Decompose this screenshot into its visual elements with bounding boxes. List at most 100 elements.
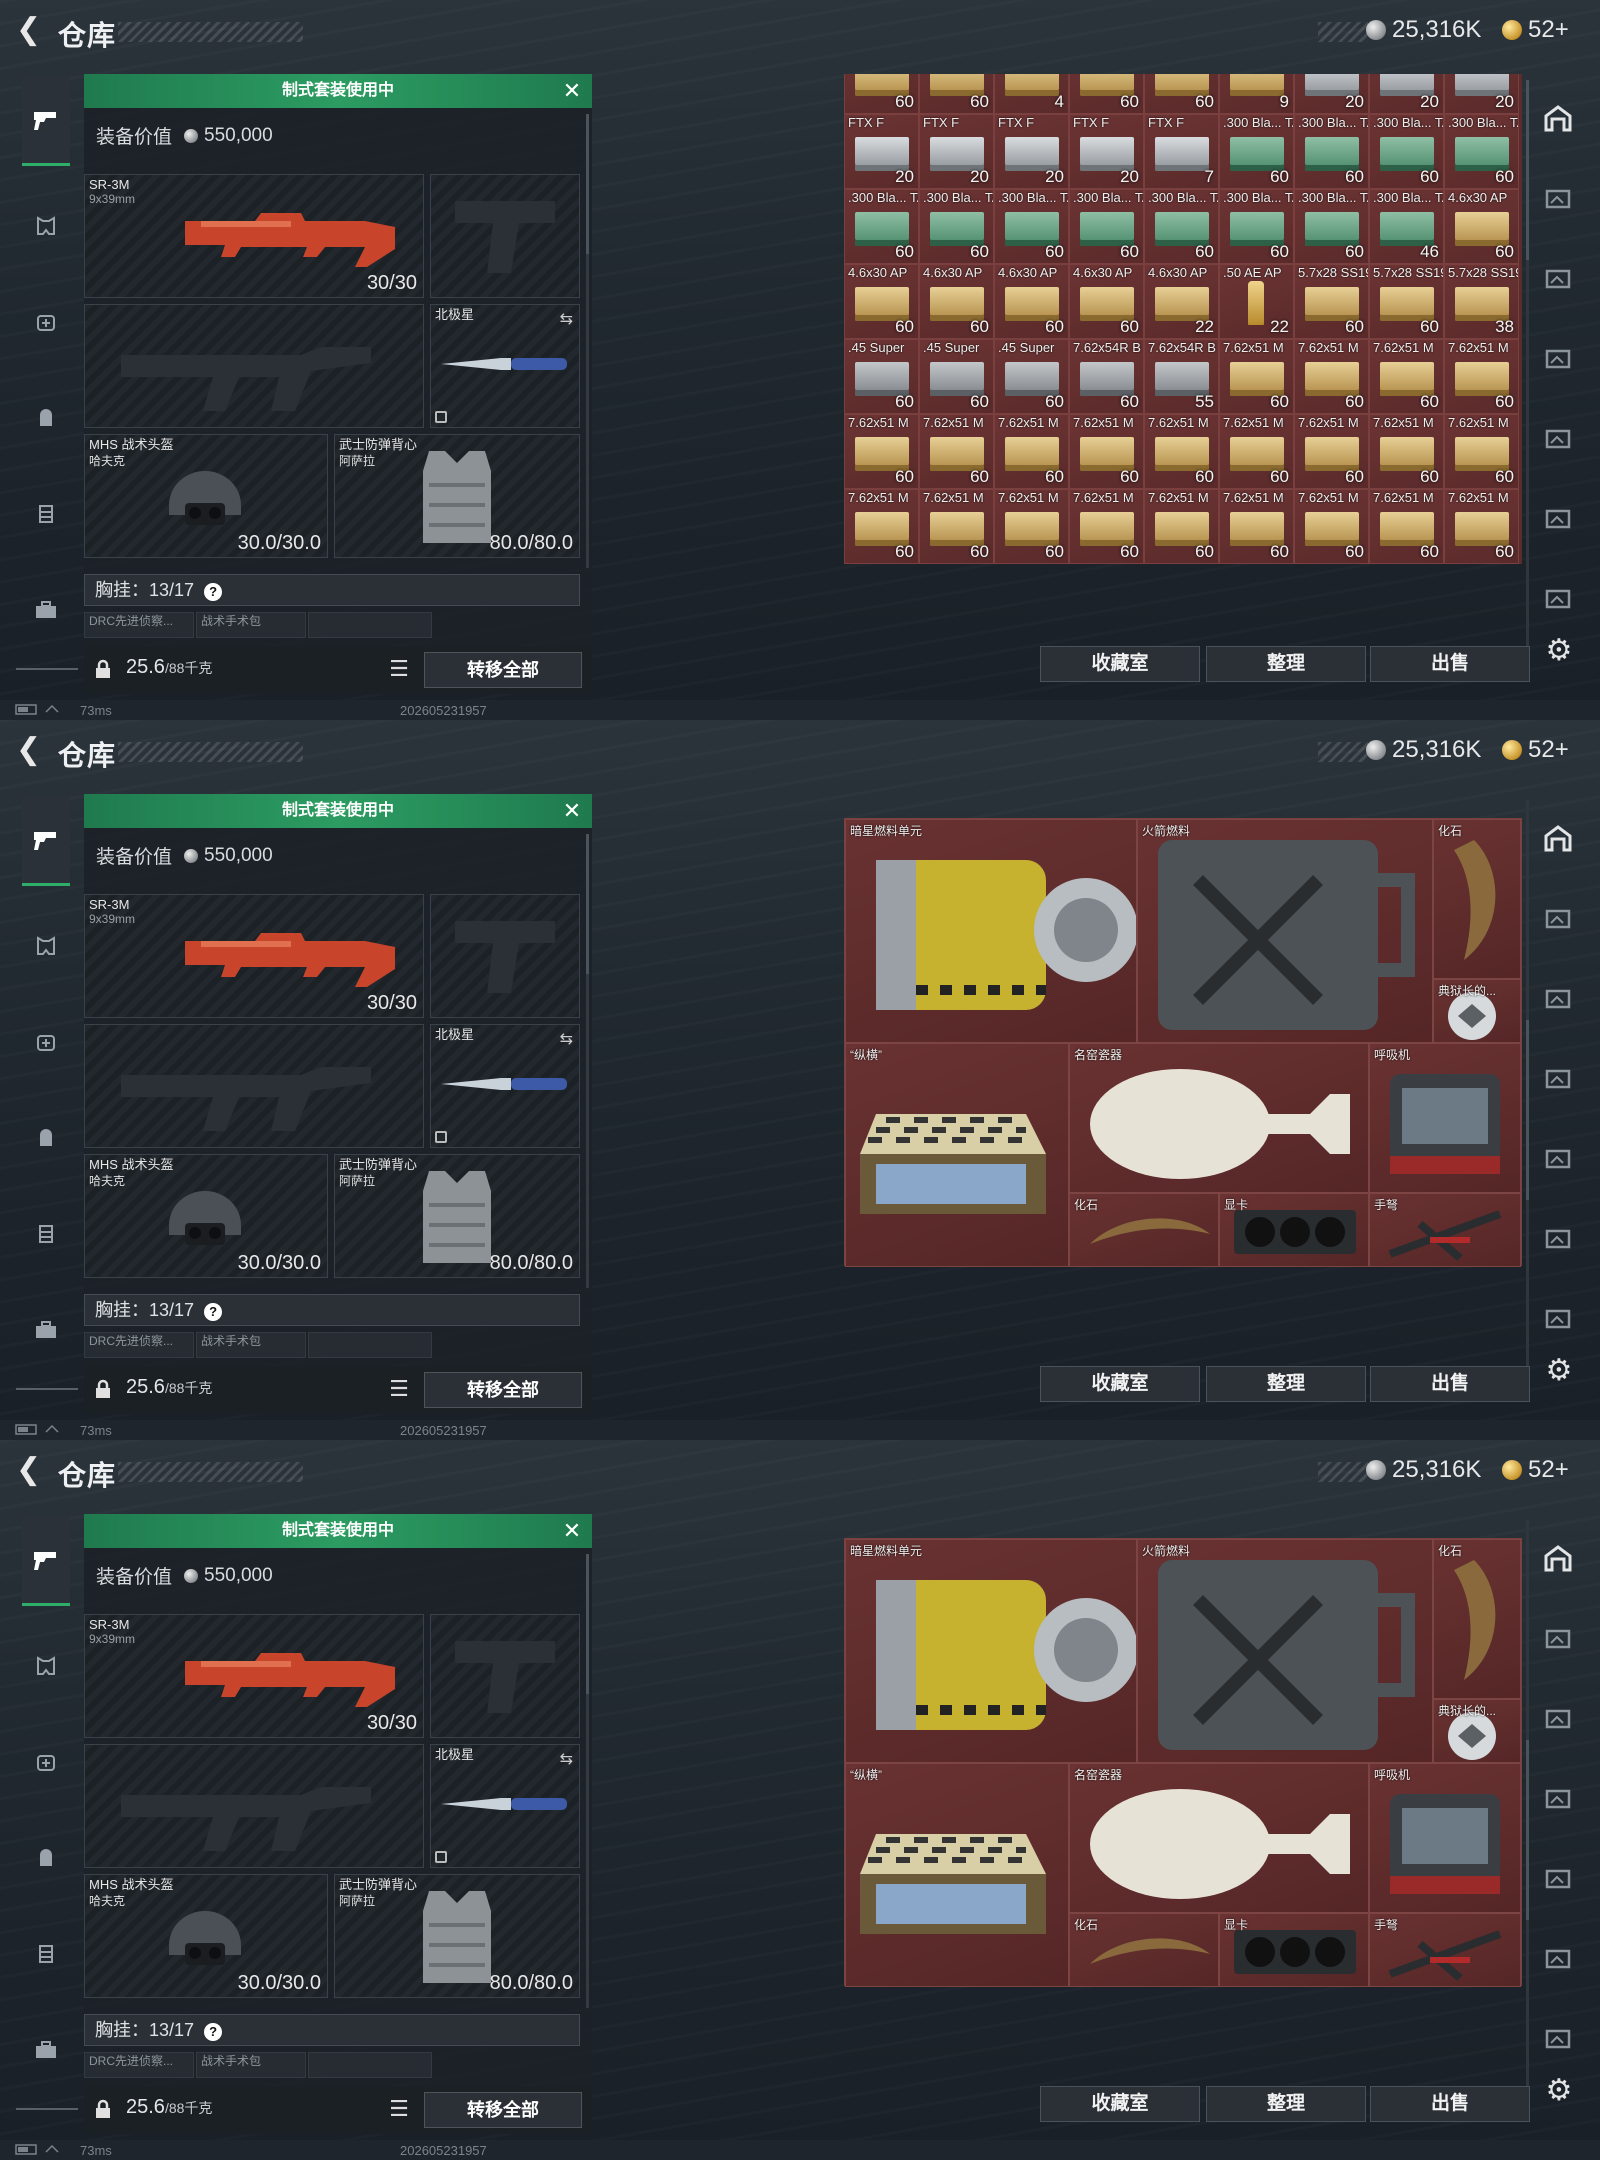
secondary-weapon-slot[interactable] xyxy=(84,1024,424,1148)
back-button[interactable]: ❮ xyxy=(16,14,46,48)
storage-tab-home[interactable] xyxy=(1536,1536,1580,1580)
chest-item-empty[interactable] xyxy=(308,1332,432,1358)
storage-item[interactable]: .50 AE AP 22 xyxy=(1219,264,1294,339)
storage-tab-6[interactable] xyxy=(1536,2016,1580,2060)
close-icon[interactable]: ✕ xyxy=(558,77,586,105)
chest-item-empty[interactable] xyxy=(308,2052,432,2078)
storage-item[interactable]: .300 Bla... TAC-TX 60 xyxy=(919,189,994,264)
storage-item[interactable]: 7.62x51 M 60 xyxy=(1444,414,1519,489)
storage-tab-4[interactable] xyxy=(1536,1136,1580,1180)
tab-armor[interactable] xyxy=(22,202,70,250)
storage-tab-3[interactable] xyxy=(1536,1776,1580,1820)
storage-item[interactable]: .45 Super 60 xyxy=(919,339,994,414)
storage-item[interactable]: 7.62x51 M 60 xyxy=(1219,414,1294,489)
storage-scrollbar[interactable] xyxy=(1526,80,1529,260)
storage-item[interactable]: .300 Bla... TAC-TX 60 xyxy=(844,189,919,264)
storage-item[interactable]: 7.62x51 M 60 xyxy=(1444,489,1519,564)
storage-item[interactable]: 7.62x51 M 60 xyxy=(844,489,919,564)
storage-item-fuel-cell[interactable]: 暗星燃料单元 xyxy=(845,1539,1137,1763)
storage-item[interactable]: 7.62x51 M 60 xyxy=(1144,489,1219,564)
storage-item[interactable]: 60 xyxy=(1144,74,1219,114)
storage-item-gpu[interactable]: 显卡 xyxy=(1219,1193,1369,1267)
help-icon[interactable]: ? xyxy=(204,2023,223,2041)
storage-item[interactable]: 5.7x28 SS190 60 xyxy=(1294,264,1369,339)
storage-item[interactable]: 7.62x51 M 60 xyxy=(919,414,994,489)
storage-item[interactable]: 7.62x51 M 60 xyxy=(1219,339,1294,414)
tab-rig[interactable] xyxy=(22,490,70,538)
storage-scrollbar[interactable] xyxy=(1526,1020,1529,1200)
chest-item[interactable]: DRC先进侦察... xyxy=(84,1332,194,1358)
collection-room-button[interactable]: 收藏室 xyxy=(1040,2086,1200,2122)
tab-backpack[interactable] xyxy=(22,1834,70,1882)
storage-item[interactable]: 20 xyxy=(1444,74,1519,114)
storage-item[interactable]: 4.6x30 AP 60 xyxy=(1444,189,1519,264)
storage-item-fuel-cell[interactable]: 暗星燃料单元 xyxy=(845,819,1137,1043)
storage-tab-home[interactable] xyxy=(1536,96,1580,140)
storage-item[interactable]: 9 xyxy=(1219,74,1294,114)
storage-tab-2[interactable] xyxy=(1536,256,1580,300)
storage-item[interactable]: .45 Super 60 xyxy=(994,339,1069,414)
storage-item-porcelain[interactable]: 名窑瓷器 xyxy=(1069,1763,1369,1913)
storage-item-rocket-fuel[interactable]: 火箭燃料 xyxy=(1137,1539,1433,1763)
helmet-slot[interactable]: MHS 战术头盔 哈夫克 30.0/30.0 xyxy=(84,1154,328,1278)
storage-item[interactable]: 7.62x51 M 60 xyxy=(844,414,919,489)
tab-rig[interactable] xyxy=(22,1210,70,1258)
storage-item[interactable]: 4 xyxy=(994,74,1069,114)
tab-medical[interactable] xyxy=(22,1018,70,1066)
swap-icon[interactable]: ⇆ xyxy=(560,1749,573,1769)
primary-weapon-slot[interactable]: SR-3M 9x39mm 30/30 xyxy=(84,174,424,298)
storage-item-rocket-fuel[interactable]: 火箭燃料 xyxy=(1137,819,1433,1043)
collection-room-button[interactable]: 收藏室 xyxy=(1040,1366,1200,1402)
storage-item[interactable]: .300 Bla... TAC-TX 60 xyxy=(1219,114,1294,189)
storage-item[interactable]: .300 Bla... TAC-TX 60 xyxy=(1294,189,1369,264)
storage-item[interactable]: 7.62x51 M 60 xyxy=(994,414,1069,489)
tab-rig[interactable] xyxy=(22,1930,70,1978)
storage-item[interactable]: 7.62x51 M 60 xyxy=(1294,339,1369,414)
storage-item[interactable]: 7.62x51 M 60 xyxy=(994,489,1069,564)
storage-item[interactable]: FTX F 20 xyxy=(1069,114,1144,189)
helmet-slot[interactable]: MHS 战术头盔 哈夫克 30.0/30.0 xyxy=(84,434,328,558)
storage-item[interactable]: 7.62x51 M 60 xyxy=(1369,489,1444,564)
chest-item[interactable]: 战术手术包 xyxy=(196,2052,306,2078)
vest-slot[interactable]: 武士防弹背心 阿萨拉 80.0/80.0 xyxy=(334,1154,580,1278)
loadout-scrollbar[interactable] xyxy=(586,114,589,254)
storage-item[interactable]: 7.62x51 M 60 xyxy=(1294,414,1369,489)
storage-tab-3[interactable] xyxy=(1536,1056,1580,1100)
pistol-slot[interactable] xyxy=(430,174,580,298)
storage-item[interactable]: FTX F 7 xyxy=(1144,114,1219,189)
storage-item[interactable]: 5.7x28 SS190 38 xyxy=(1444,264,1519,339)
storage-item-crossbow[interactable]: 手弩 xyxy=(1369,1193,1521,1267)
tab-backpack[interactable] xyxy=(22,394,70,442)
tab-backpack[interactable] xyxy=(22,1114,70,1162)
storage-item[interactable]: 7.62x51 M 60 xyxy=(1369,339,1444,414)
storage-item[interactable]: 7.62x54R B 60 xyxy=(1069,339,1144,414)
storage-item[interactable]: 60 xyxy=(919,74,994,114)
storage-item[interactable]: 60 xyxy=(844,74,919,114)
primary-weapon-slot[interactable]: SR-3M 9x39mm 30/30 xyxy=(84,894,424,1018)
storage-item[interactable]: FTX F 20 xyxy=(844,114,919,189)
transfer-all-button[interactable]: 转移全部 xyxy=(424,1372,582,1408)
storage-item[interactable]: 7.62x51 M 60 xyxy=(919,489,994,564)
sell-button[interactable]: 出售 xyxy=(1370,2086,1530,2122)
storage-item-gpu[interactable]: 显卡 xyxy=(1219,1913,1369,1987)
transfer-all-button[interactable]: 转移全部 xyxy=(424,2092,582,2128)
storage-item-chess[interactable]: “纵横” xyxy=(845,1043,1069,1267)
storage-item[interactable]: .300 Bla... TAC-TX 60 xyxy=(994,189,1069,264)
melee-slot[interactable]: 北极星 ⇆ xyxy=(430,1024,580,1148)
swap-icon[interactable]: ⇆ xyxy=(560,309,573,329)
transfer-all-button[interactable]: 转移全部 xyxy=(424,652,582,688)
sell-button[interactable]: 出售 xyxy=(1370,1366,1530,1402)
tab-medical[interactable] xyxy=(22,1738,70,1786)
storage-tab-1[interactable] xyxy=(1536,1616,1580,1660)
storage-item[interactable]: 7.62x51 M 60 xyxy=(1294,489,1369,564)
chest-rig-bar[interactable]: 胸挂：13/17? xyxy=(84,2014,580,2046)
loadout-scrollbar[interactable] xyxy=(586,1554,589,1694)
tab-armor[interactable] xyxy=(22,922,70,970)
storage-item[interactable]: 4.6x30 AP 22 xyxy=(1144,264,1219,339)
lock-icon[interactable] xyxy=(92,1378,114,1400)
storage-item[interactable]: 7.62x51 M 60 xyxy=(1069,414,1144,489)
storage-item[interactable]: .300 Bla... TAC-TX 46 xyxy=(1369,189,1444,264)
storage-tab-5[interactable] xyxy=(1536,496,1580,540)
tab-medical[interactable] xyxy=(22,298,70,346)
storage-item[interactable]: .300 Bla... TAC-TX 60 xyxy=(1219,189,1294,264)
